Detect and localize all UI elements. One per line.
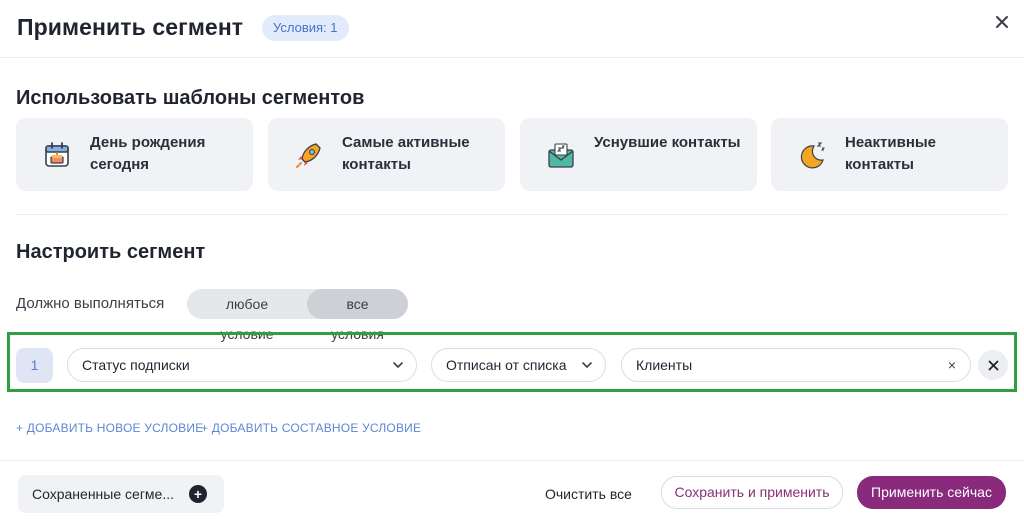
- clear-value-icon[interactable]: ×: [948, 349, 956, 381]
- template-card-sleeping[interactable]: Уснувшие контакты: [520, 118, 757, 191]
- saved-segments-button[interactable]: Сохраненные сегме... +: [18, 475, 224, 513]
- template-card-inactive[interactable]: Неактивные контакты: [771, 118, 1008, 191]
- toggle-all-conditions[interactable]: все условия: [307, 289, 408, 342]
- match-mode-toggle: любое условие все условия: [187, 289, 408, 342]
- configure-heading: Настроить сегмент: [16, 241, 206, 263]
- close-icon: [988, 360, 998, 370]
- add-condition-link[interactable]: + ДОБАВИТЬ НОВОЕ УСЛОВИЕ: [16, 421, 203, 435]
- template-label: Самые активные контакты: [342, 134, 470, 173]
- template-card-birthday[interactable]: День рождения сегодня: [16, 118, 253, 191]
- close-button[interactable]: [990, 10, 1014, 34]
- clear-all-button[interactable]: Очистить все: [545, 486, 632, 502]
- saved-segments-label: Сохраненные сегме...: [32, 486, 175, 502]
- rocket-icon: [295, 143, 321, 169]
- must-match-label: Должно выполняться: [16, 295, 165, 312]
- apply-now-button[interactable]: Применить сейчас: [857, 476, 1006, 509]
- birthday-calendar-icon: [45, 142, 69, 167]
- condition-value-input[interactable]: Клиенты ×: [621, 348, 971, 382]
- condition-field-select[interactable]: Статус подписки: [67, 348, 417, 382]
- footer-divider: [0, 460, 1024, 461]
- add-composite-condition-link[interactable]: + ДОБАВИТЬ СОСТАВНОЕ УСЛОВИЕ: [201, 421, 421, 435]
- modal-header: Применить сегмент Условия: 1: [0, 0, 1024, 58]
- conditions-count-badge: Условия: 1: [262, 15, 349, 41]
- plus-icon: +: [189, 485, 207, 503]
- condition-value-text: Клиенты: [636, 357, 693, 373]
- templates-heading: Использовать шаблоны сегментов: [16, 87, 365, 109]
- condition-operator-value: Отписан от списка: [446, 357, 567, 373]
- remove-condition-button[interactable]: [978, 350, 1008, 380]
- condition-operator-select[interactable]: Отписан от списка: [431, 348, 606, 382]
- template-card-most-active[interactable]: Самые активные контакты: [268, 118, 505, 191]
- condition-field-value: Статус подписки: [82, 357, 190, 373]
- chevron-down-icon: [582, 362, 592, 368]
- close-icon: [996, 16, 1008, 28]
- chevron-down-icon: [393, 362, 403, 368]
- condition-number: 1: [16, 348, 53, 383]
- section-divider: [16, 214, 1007, 215]
- moon-icon: [800, 142, 826, 169]
- toggle-any-condition[interactable]: любое условие: [187, 289, 307, 342]
- modal-title: Применить сегмент: [17, 14, 244, 40]
- sleeping-envelope-icon: [548, 143, 574, 168]
- template-label: День рождения сегодня: [90, 134, 206, 173]
- save-and-apply-button[interactable]: Сохранить и применить: [661, 476, 843, 509]
- template-label: Уснувшие контакты: [594, 134, 741, 151]
- template-label: Неактивные контакты: [845, 134, 937, 173]
